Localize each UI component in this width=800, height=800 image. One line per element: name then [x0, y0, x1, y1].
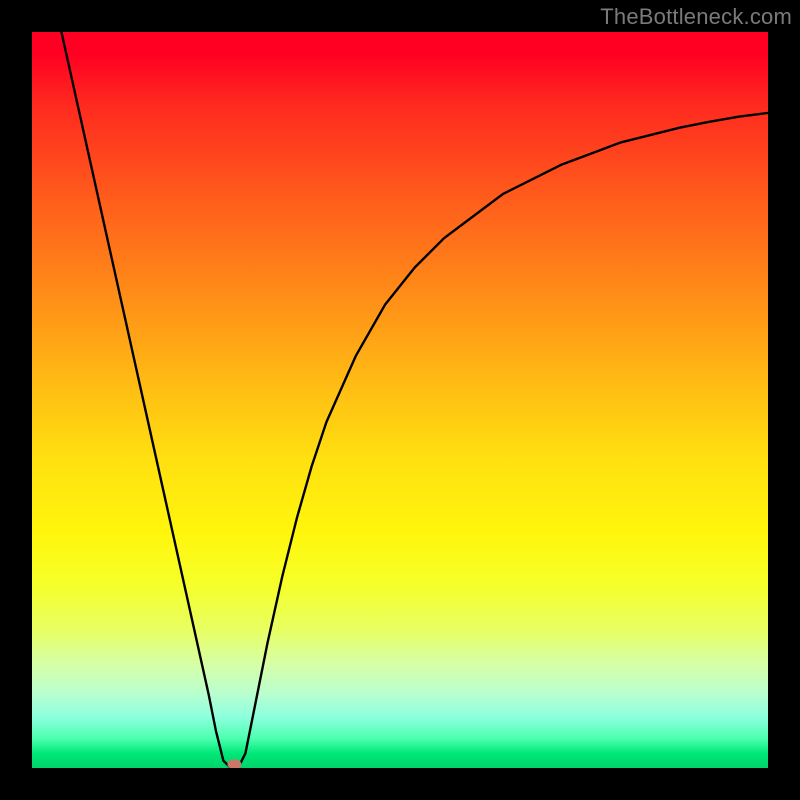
minimum-marker — [227, 759, 241, 768]
plot-area — [32, 32, 768, 768]
chart-stage: TheBottleneck.com — [0, 0, 800, 800]
bottleneck-curve — [61, 32, 768, 768]
curve-svg — [32, 32, 768, 768]
watermark-text: TheBottleneck.com — [600, 4, 792, 30]
